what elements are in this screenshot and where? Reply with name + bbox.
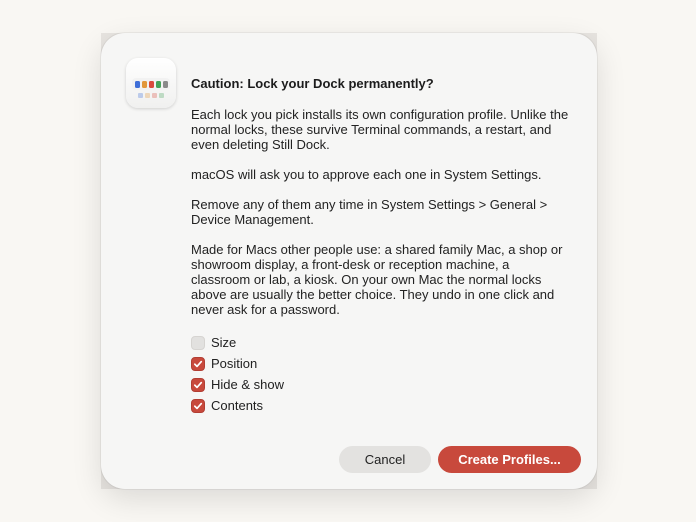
option-label: Hide & show: [211, 377, 284, 392]
checkmark-icon: [193, 402, 203, 409]
dock-app-icon: [155, 80, 161, 88]
option-contents[interactable]: Contents: [191, 395, 571, 416]
option-size[interactable]: Size: [191, 332, 571, 353]
option-hide-show[interactable]: Hide & show: [191, 374, 571, 395]
option-position[interactable]: Position: [191, 353, 571, 374]
dialog-message-usage: Made for Macs other people use: a shared…: [191, 242, 563, 317]
contents-checkbox[interactable]: [191, 398, 205, 413]
option-label: Contents: [211, 398, 264, 413]
checkmark-icon: [193, 360, 203, 367]
dock-icon: [132, 78, 170, 90]
still-dock-app-icon: [126, 58, 176, 108]
dialog-message-removal: Remove any of them any time in System Se…: [191, 197, 548, 227]
dock-reflection-icon: [135, 93, 167, 99]
dialog-content: Caution: Lock your Dock permanently? Eac…: [191, 76, 571, 416]
position-checkbox[interactable]: [191, 356, 205, 371]
dialog-title: Caution: Lock your Dock permanently?: [191, 76, 434, 91]
screen: Caution: Lock your Dock permanently? Eac…: [0, 0, 696, 522]
create-profiles-button[interactable]: Create Profiles...: [438, 446, 581, 473]
dock-app-icon: [148, 80, 154, 88]
dialog-message-profile-info: Each lock you pick installs its own conf…: [191, 107, 569, 152]
dialog-message-approval: macOS will ask you to approve each one i…: [191, 167, 542, 182]
lock-options-list: Size Position Hide & show Contents: [191, 332, 571, 416]
size-checkbox[interactable]: [191, 335, 205, 350]
dock-app-icon: [162, 80, 168, 88]
caution-dialog: Caution: Lock your Dock permanently? Eac…: [101, 33, 597, 489]
option-label: Position: [211, 356, 258, 371]
cancel-button[interactable]: Cancel: [339, 446, 431, 473]
dock-app-icon: [141, 80, 147, 88]
dock-app-icon: [134, 80, 140, 88]
option-label: Size: [211, 335, 237, 350]
hide-show-checkbox[interactable]: [191, 377, 205, 392]
checkmark-icon: [193, 381, 203, 388]
